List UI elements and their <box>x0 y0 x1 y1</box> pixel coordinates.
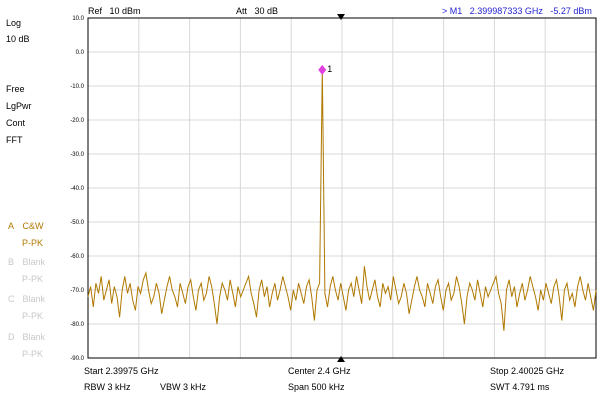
marker-readout[interactable]: > M1 2.399987333 GHz -5.27 dBm <box>442 6 592 16</box>
trace-d-letter: D <box>8 332 15 342</box>
y-tick-label: -50.0 <box>70 220 84 226</box>
y-tick-label: 10.0 <box>72 16 84 22</box>
trace-b-letter: B <box>8 257 15 267</box>
sweep-time[interactable]: SWT 4.791 ms <box>490 382 549 392</box>
y-tick-label: -90.0 <box>70 356 84 362</box>
marker-level: -5.27 dBm <box>550 6 592 16</box>
trace-a-detector: P-PK <box>22 238 44 248</box>
marker-id: > M1 <box>442 6 463 16</box>
marker-frequency: 2.399987333 GHz <box>469 6 543 16</box>
ref-label: Ref <box>88 6 103 16</box>
trace-d-detector: P-PK <box>22 349 44 359</box>
trace-d[interactable]: D Blank <box>8 332 45 342</box>
attenuation[interactable]: Att 30 dB <box>236 6 278 16</box>
vbw[interactable]: VBW 3 kHz <box>160 382 206 392</box>
marker-label: 1 <box>327 64 332 74</box>
rbw[interactable]: RBW 3 kHz <box>84 382 131 392</box>
trigger-free[interactable]: Free <box>6 84 25 94</box>
ref-value: 10 dBm <box>109 6 141 16</box>
trace-a-letter: A <box>8 221 15 231</box>
att-label: Att <box>236 6 248 16</box>
trace-a-mode: C&W <box>22 221 44 231</box>
trace-c[interactable]: C Blank <box>8 294 45 304</box>
y-tick-label: -70.0 <box>70 288 84 294</box>
spectrum-plot: 10.0 0.0 -10.0 -20.0 -30.0 -40.0 -50.0 -60.0 -70… <box>70 14 597 362</box>
center-frequency[interactable]: Center 2.4 GHz <box>288 366 351 376</box>
y-tick-label: 0.0 <box>76 50 85 56</box>
trace-c-mode: Blank <box>22 294 46 304</box>
y-tick-label: -10.0 <box>70 84 84 90</box>
start-frequency[interactable]: Start 2.39975 GHz <box>84 366 159 376</box>
y-tick-label: -30.0 <box>70 152 84 158</box>
scale-mode[interactable]: Log <box>6 18 21 28</box>
trace-c-detector: P-PK <box>22 311 44 321</box>
sweep-fft[interactable]: FFT <box>6 135 23 145</box>
ref-level[interactable]: Ref 10 dBm <box>88 6 141 16</box>
y-tick-label: -40.0 <box>70 186 84 192</box>
trace-b-mode: Blank <box>22 257 46 267</box>
y-tick-label: -80.0 <box>70 322 84 328</box>
y-tick-label: -20.0 <box>70 118 84 124</box>
sweep-cont[interactable]: Cont <box>6 118 25 128</box>
scale-per-division[interactable]: 10 dB <box>6 34 30 44</box>
y-tick-label: -60.0 <box>70 254 84 260</box>
trace-b[interactable]: B Blank <box>8 257 45 267</box>
span[interactable]: Span 500 kHz <box>288 382 345 392</box>
trace-c-letter: C <box>8 294 15 304</box>
trace-b-detector: P-PK <box>22 274 44 284</box>
trace-d-mode: Blank <box>22 332 46 342</box>
stop-frequency[interactable]: Stop 2.40025 GHz <box>490 366 564 376</box>
trace-a[interactable]: A C&W <box>8 221 44 231</box>
detector-lgpwr[interactable]: LgPwr <box>6 101 32 111</box>
att-value: 30 dB <box>254 6 279 16</box>
y-tick-labels: 10.0 0.0 -10.0 -20.0 -30.0 -40.0 -50.0 -60.0 -70… <box>70 16 84 362</box>
